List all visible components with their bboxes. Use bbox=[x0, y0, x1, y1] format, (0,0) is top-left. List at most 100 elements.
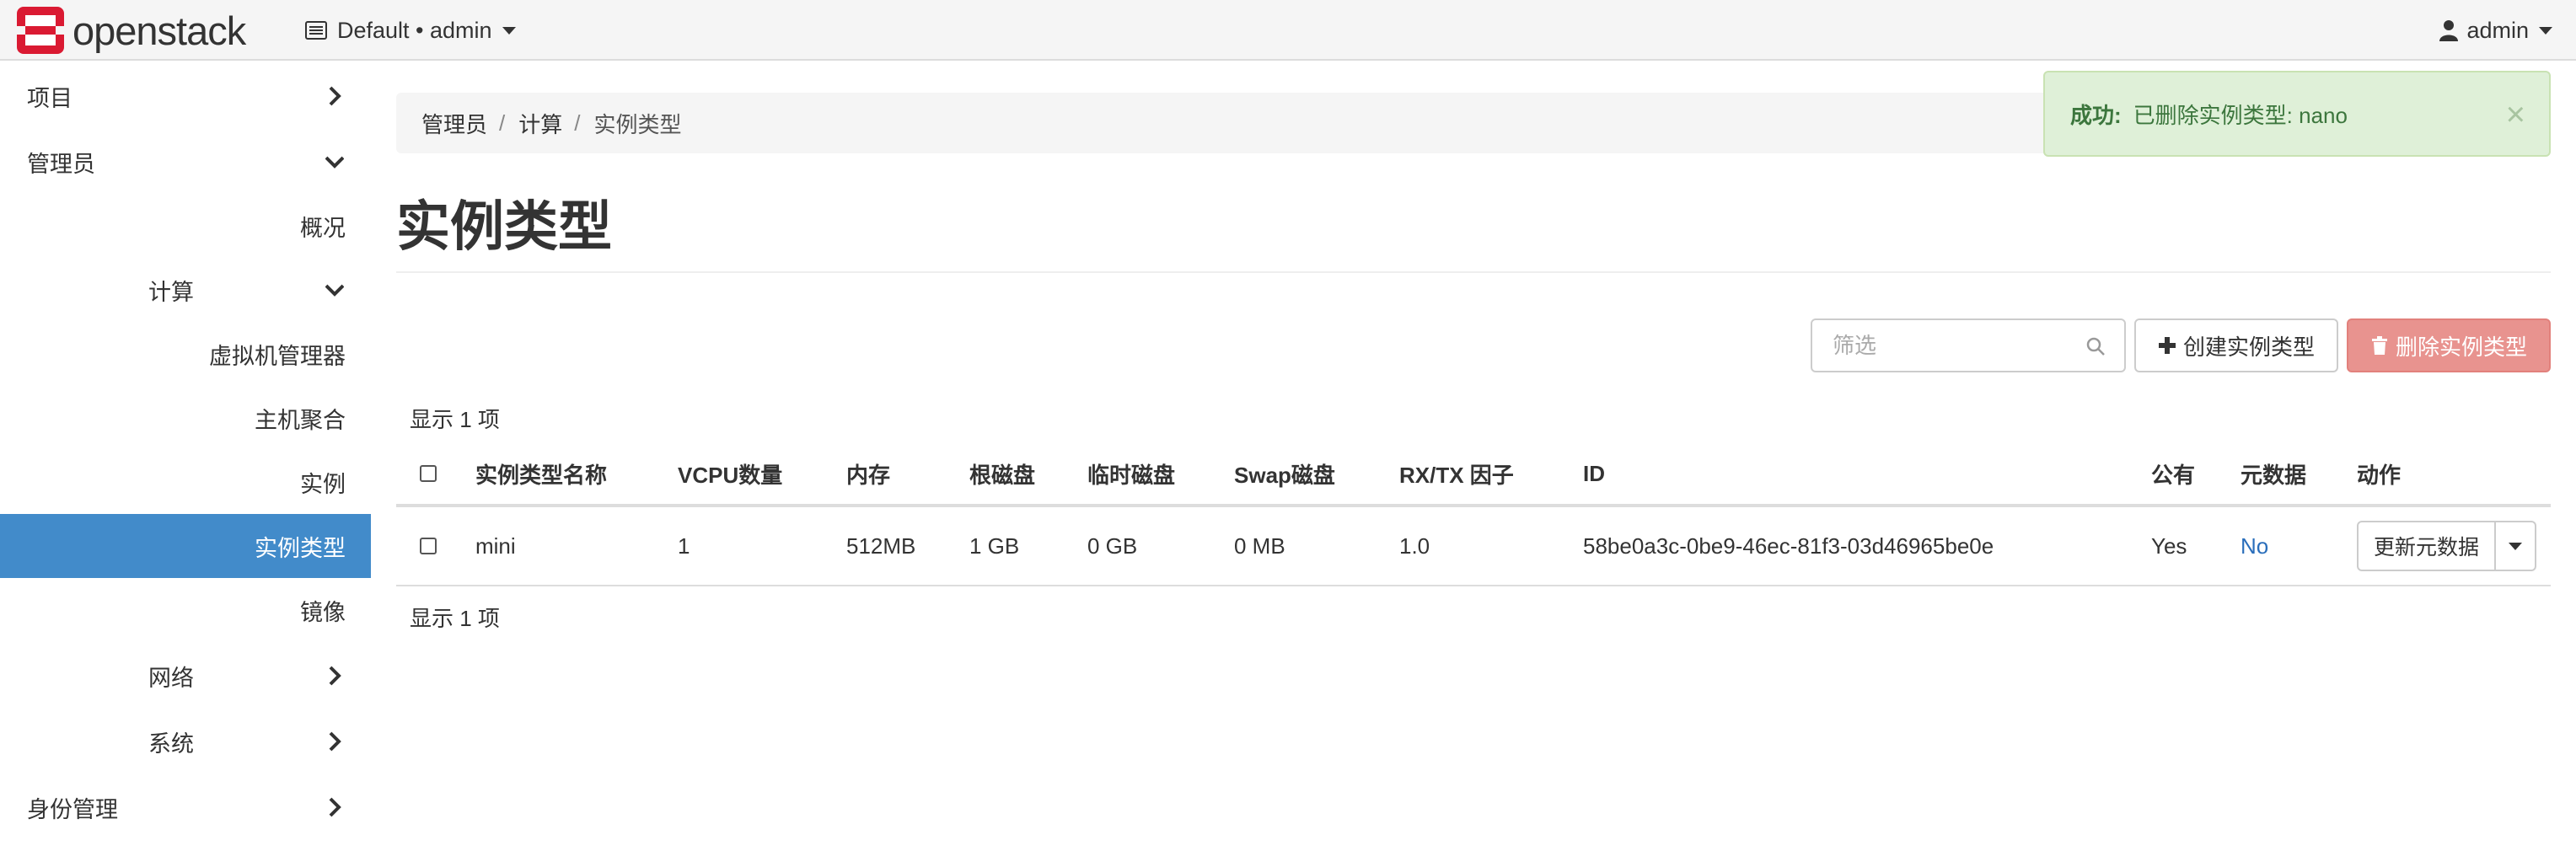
row-checkbox[interactable] bbox=[420, 538, 437, 554]
project-icon bbox=[305, 21, 327, 40]
filter-box bbox=[1810, 318, 2126, 372]
sidebar-item-label: 虚拟机管理器 bbox=[209, 343, 346, 369]
sidebar-item-label: 计算 bbox=[148, 279, 194, 305]
column-header-ephemeral-disk[interactable]: 临时磁盘 bbox=[1087, 443, 1175, 504]
project-switcher[interactable]: Default • admin bbox=[305, 13, 516, 47]
sidebar-item-hypervisors[interactable]: 虚拟机管理器 bbox=[0, 322, 371, 386]
caret-down-icon bbox=[502, 26, 516, 35]
column-header-root-disk[interactable]: 根磁盘 bbox=[969, 443, 1035, 504]
column-header-name[interactable]: 实例类型名称 bbox=[475, 443, 607, 504]
sidebar: 项目 管理员 概况 计算 虚拟机管理器 主机聚合 实例 实例类型 镜像 网络 系… bbox=[0, 62, 371, 851]
cell-ephemeral-disk: 0 GB bbox=[1087, 533, 1138, 559]
plus-icon bbox=[2158, 337, 2176, 354]
trash-icon bbox=[2371, 336, 2387, 355]
flavors-table: 实例类型名称 VCPU数量 内存 根磁盘 临时磁盘 Swap磁盘 RX/TX 因… bbox=[396, 443, 2551, 586]
brand-name: openstack bbox=[72, 8, 246, 53]
sidebar-item-label: 管理员 bbox=[27, 151, 95, 177]
cell-id: 58be0a3c-0be9-46ec-81f3-03d46965be0e bbox=[1583, 533, 1994, 559]
success-alert: 成功: 已删除实例类型: nano × bbox=[2043, 71, 2551, 157]
openstack-logo-icon bbox=[17, 7, 64, 54]
create-flavor-label: 创建实例类型 bbox=[2182, 334, 2315, 360]
caret-down-icon bbox=[2539, 26, 2552, 35]
delete-flavors-button[interactable]: 删除实例类型 bbox=[2346, 318, 2551, 372]
column-header-rxtx-factor[interactable]: RX/TX 因子 bbox=[1399, 443, 1514, 504]
column-header-id[interactable]: ID bbox=[1583, 443, 1605, 504]
top-navbar: openstack Default • admin admin bbox=[0, 0, 2576, 61]
update-metadata-button[interactable]: 更新元数据 bbox=[2357, 521, 2497, 571]
column-header-public[interactable]: 公有 bbox=[2151, 443, 2195, 504]
sidebar-item-overview[interactable]: 概况 bbox=[0, 194, 371, 258]
row-select-cell bbox=[420, 507, 437, 585]
title-divider bbox=[396, 271, 2551, 273]
column-header-actions: 动作 bbox=[2357, 462, 2402, 488]
item-count: 显示 1 项 bbox=[410, 407, 500, 432]
cell-name: mini bbox=[475, 533, 516, 559]
main-content: 管理员 / 计算 / 实例类型 成功: 已删除实例类型: nano × 实例类型… bbox=[396, 62, 2551, 851]
project-switcher-label: Default • admin bbox=[337, 17, 492, 43]
user-name: admin bbox=[2466, 17, 2529, 43]
sidebar-item-label: 实例 bbox=[300, 471, 346, 497]
sidebar-item-label: 概况 bbox=[300, 215, 346, 241]
sidebar-item-identity[interactable]: 身份管理 bbox=[0, 775, 371, 839]
delete-flavors-label: 删除实例类型 bbox=[2395, 334, 2527, 360]
sidebar-item-label: 系统 bbox=[148, 731, 194, 757]
sidebar-item-project[interactable]: 项目 bbox=[0, 64, 371, 128]
sidebar-item-label: 实例类型 bbox=[255, 535, 346, 561]
cell-vcpus: 1 bbox=[678, 533, 690, 559]
search-icon[interactable] bbox=[2085, 336, 2106, 356]
column-header-ram[interactable]: 内存 bbox=[846, 443, 890, 504]
page-title: 实例类型 bbox=[396, 196, 612, 257]
breadcrumb-separator: / bbox=[499, 110, 506, 136]
sidebar-item-label: 镜像 bbox=[300, 599, 346, 625]
row-actions-dropdown-toggle[interactable] bbox=[2496, 521, 2537, 571]
column-header-metadata[interactable]: 元数据 bbox=[2241, 443, 2306, 504]
chevron-right-icon bbox=[329, 797, 341, 817]
alert-message: 已删除实例类型: nano bbox=[2133, 102, 2348, 128]
chevron-right-icon bbox=[329, 731, 341, 752]
sidebar-item-label: 网络 bbox=[148, 665, 194, 691]
caret-down-icon bbox=[2509, 542, 2523, 550]
breadcrumb-compute[interactable]: 计算 bbox=[518, 108, 562, 139]
sidebar-item-flavors[interactable]: 实例类型 bbox=[0, 514, 371, 578]
close-icon[interactable]: × bbox=[2506, 98, 2525, 131]
table-row: mini 1 512MB 1 GB 0 GB 0 MB 1.0 58be0a3c… bbox=[396, 507, 2551, 586]
select-all-checkbox[interactable] bbox=[420, 465, 437, 482]
column-header-swap-disk[interactable]: Swap磁盘 bbox=[1234, 443, 1335, 504]
chevron-right-icon bbox=[329, 86, 341, 106]
sidebar-item-instances[interactable]: 实例 bbox=[0, 450, 371, 514]
metadata-link[interactable]: No bbox=[2241, 507, 2268, 585]
create-flavor-button[interactable]: 创建实例类型 bbox=[2133, 318, 2338, 372]
alert-label: 成功: bbox=[2070, 102, 2122, 128]
breadcrumb-separator: / bbox=[574, 110, 581, 136]
item-count-footer: 显示 1 项 bbox=[410, 606, 500, 631]
cell-swap-disk: 0 MB bbox=[1234, 533, 1285, 559]
cell-root-disk: 1 GB bbox=[969, 533, 1020, 559]
cell-rxtx-factor: 1.0 bbox=[1399, 533, 1430, 559]
cell-public: Yes bbox=[2151, 533, 2187, 559]
chevron-down-icon bbox=[325, 284, 344, 297]
row-action-group: 更新元数据 bbox=[2357, 521, 2537, 571]
sidebar-item-images[interactable]: 镜像 bbox=[0, 578, 371, 642]
sidebar-item-system[interactable]: 系统 bbox=[0, 709, 371, 773]
brand-logo[interactable]: openstack bbox=[17, 7, 246, 54]
table-header: 实例类型名称 VCPU数量 内存 根磁盘 临时磁盘 Swap磁盘 RX/TX 因… bbox=[396, 443, 2551, 507]
sidebar-item-label: 主机聚合 bbox=[255, 407, 346, 433]
user-icon bbox=[2439, 20, 2459, 41]
cell-ram: 512MB bbox=[846, 533, 916, 559]
filter-input[interactable] bbox=[1811, 320, 2065, 371]
column-header-vcpus[interactable]: VCPU数量 bbox=[678, 443, 782, 504]
sidebar-item-label: 项目 bbox=[27, 85, 72, 111]
table-toolbar: 创建实例类型 删除实例类型 bbox=[1810, 318, 2551, 372]
sidebar-item-admin[interactable]: 管理员 bbox=[0, 130, 371, 194]
sidebar-item-compute[interactable]: 计算 bbox=[0, 258, 371, 322]
breadcrumb-admin[interactable]: 管理员 bbox=[421, 108, 487, 139]
select-all-cell bbox=[420, 443, 437, 504]
sidebar-item-label: 身份管理 bbox=[27, 796, 118, 822]
user-menu[interactable]: admin bbox=[2439, 13, 2552, 47]
sidebar-item-network[interactable]: 网络 bbox=[0, 644, 371, 708]
cell-actions: 更新元数据 bbox=[2357, 507, 2537, 585]
chevron-right-icon bbox=[329, 666, 341, 686]
chevron-down-icon bbox=[325, 156, 344, 169]
breadcrumb-flavors: 实例类型 bbox=[593, 111, 682, 137]
sidebar-item-host-aggregates[interactable]: 主机聚合 bbox=[0, 386, 371, 450]
